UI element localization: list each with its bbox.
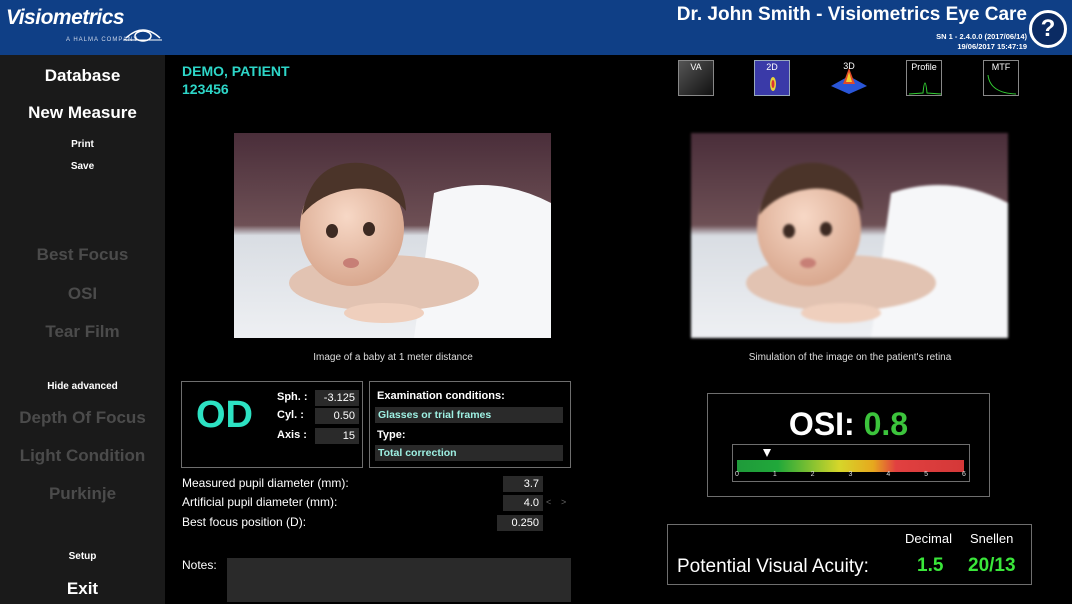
sidebar-item-light-condition[interactable]: Light Condition bbox=[0, 446, 165, 466]
sidebar-item-osi[interactable]: OSI bbox=[0, 284, 165, 304]
2d-view-button[interactable]: 2D bbox=[754, 60, 790, 96]
osi-scale-tick: 1 bbox=[772, 471, 777, 478]
osi-scale-tick: 4 bbox=[886, 471, 891, 478]
artificial-pupil-label: Artificial pupil diameter (mm): bbox=[182, 495, 338, 509]
artificial-pupil-decrease-button[interactable]: < bbox=[546, 497, 551, 507]
va-view-label: VA bbox=[690, 62, 702, 72]
osi-scale-tick: 6 bbox=[962, 471, 966, 478]
osi-scale-marker bbox=[763, 449, 772, 457]
mtf-view-label: MTF bbox=[991, 62, 1011, 72]
clinic-title: Dr. John Smith - Visiometrics Eye Care bbox=[676, 4, 1027, 25]
cyl-value: 0.50 bbox=[315, 408, 359, 424]
sidebar-item-setup[interactable]: Setup bbox=[0, 551, 165, 562]
profile-view-button[interactable]: Profile bbox=[906, 60, 942, 96]
mtf-curve-icon bbox=[987, 74, 1017, 95]
exam-type-value: Total correction bbox=[375, 445, 563, 461]
osi-scale-tick: 3 bbox=[848, 471, 853, 478]
exam-conditions-label: Examination conditions: bbox=[377, 390, 505, 402]
sidebar-item-depth-of-focus[interactable]: Depth Of Focus bbox=[0, 408, 165, 428]
logo-text: Visiometrics bbox=[6, 6, 125, 29]
exam-type-label: Type: bbox=[377, 429, 406, 441]
axis-label: Axis : bbox=[277, 429, 307, 441]
sidebar-item-new-measure[interactable]: New Measure bbox=[0, 103, 165, 123]
help-icon: ? bbox=[1040, 15, 1056, 42]
psf-2d-icon bbox=[770, 77, 776, 91]
osi-value: 0.8 bbox=[863, 406, 909, 442]
notes-field[interactable] bbox=[227, 558, 571, 602]
help-button[interactable]: ? bbox=[1029, 10, 1067, 48]
sidebar-item-database[interactable]: Database bbox=[0, 66, 165, 86]
sidebar-item-save[interactable]: Save bbox=[0, 161, 165, 172]
measured-pupil-label: Measured pupil diameter (mm): bbox=[182, 476, 349, 490]
osi-scale-tick: 5 bbox=[924, 471, 929, 478]
retina-image-caption: Simulation of the image on the patient's… bbox=[748, 352, 952, 363]
3d-view-label: 3D bbox=[843, 61, 855, 71]
osi-scale: 0 1 2 3 4 5 6 bbox=[732, 444, 970, 482]
visual-acuity-decimal: 1.5 bbox=[917, 555, 944, 576]
2d-view-label: 2D bbox=[766, 62, 778, 72]
artificial-pupil-value: 4.0 bbox=[503, 495, 543, 511]
artificial-pupil-increase-button[interactable]: > bbox=[561, 497, 566, 507]
sph-label: Sph. : bbox=[277, 391, 308, 403]
osi-readout: OSI: 0.8 bbox=[708, 406, 989, 443]
exam-conditions-value: Glasses or trial frames bbox=[375, 407, 563, 423]
osi-panel: OSI: 0.8 0 1 2 3 4 5 6 bbox=[707, 393, 990, 497]
baby-image-retina-simulation bbox=[691, 133, 1008, 338]
sph-value: -3.125 bbox=[315, 390, 359, 406]
decimal-header: Decimal bbox=[905, 531, 952, 546]
patient-name: DEMO, PATIENT bbox=[182, 63, 290, 79]
osi-scale-tick: 0 bbox=[735, 471, 739, 478]
eye-label: OD bbox=[196, 394, 253, 436]
sidebar-item-print[interactable]: Print bbox=[0, 139, 165, 150]
eye-icon bbox=[124, 29, 162, 42]
sidebar-item-best-focus[interactable]: Best Focus bbox=[0, 245, 165, 265]
profile-view-label: Profile bbox=[911, 62, 937, 72]
original-image-caption: Image of a baby at 1 meter distance bbox=[313, 352, 473, 363]
visual-acuity-snellen: 20/13 bbox=[968, 555, 1016, 576]
va-view-button[interactable]: VA bbox=[678, 60, 714, 96]
axis-value: 15 bbox=[315, 428, 359, 444]
measured-pupil-value: 3.7 bbox=[503, 476, 543, 492]
best-focus-value: 0.250 bbox=[497, 515, 543, 531]
header-datetime: 19/06/2017 15:47:19 bbox=[957, 42, 1027, 51]
app-header: Visiometrics A HALMA COMPANY Dr. John Sm… bbox=[0, 0, 1072, 55]
sidebar-item-exit[interactable]: Exit bbox=[0, 579, 165, 599]
exam-conditions-panel: Examination conditions: Glasses or trial… bbox=[369, 381, 571, 468]
osi-scale-tick: 2 bbox=[810, 471, 815, 478]
mtf-view-button[interactable]: MTF bbox=[983, 60, 1019, 96]
sidebar: Database New Measure Print Save Best Foc… bbox=[0, 55, 165, 604]
sidebar-item-hide-advanced[interactable]: Hide advanced bbox=[0, 381, 165, 392]
sidebar-item-purkinje[interactable]: Purkinje bbox=[0, 484, 165, 504]
baby-image-original bbox=[234, 133, 551, 338]
profile-curve-icon bbox=[909, 82, 941, 95]
notes-label: Notes: bbox=[182, 558, 217, 572]
visual-acuity-panel: Decimal Snellen Potential Visual Acuity:… bbox=[667, 524, 1032, 585]
best-focus-label: Best focus position (D): bbox=[182, 515, 307, 529]
visiometrics-logo: Visiometrics A HALMA COMPANY bbox=[6, 6, 166, 46]
sidebar-item-tear-film[interactable]: Tear Film bbox=[0, 322, 165, 342]
snellen-header: Snellen bbox=[970, 531, 1014, 546]
3d-view-button[interactable]: 3D bbox=[831, 60, 867, 96]
cyl-label: Cyl. : bbox=[277, 409, 304, 421]
refraction-panel: OD Sph. : -3.125 Cyl. : 0.50 Axis : 15 bbox=[181, 381, 363, 468]
patient-id: 123456 bbox=[182, 81, 229, 97]
osi-label: OSI: bbox=[788, 406, 855, 442]
visual-acuity-label: Potential Visual Acuity: bbox=[677, 556, 869, 577]
serial-version: SN 1 - 2.4.0.0 (2017/06/14) bbox=[936, 32, 1027, 41]
